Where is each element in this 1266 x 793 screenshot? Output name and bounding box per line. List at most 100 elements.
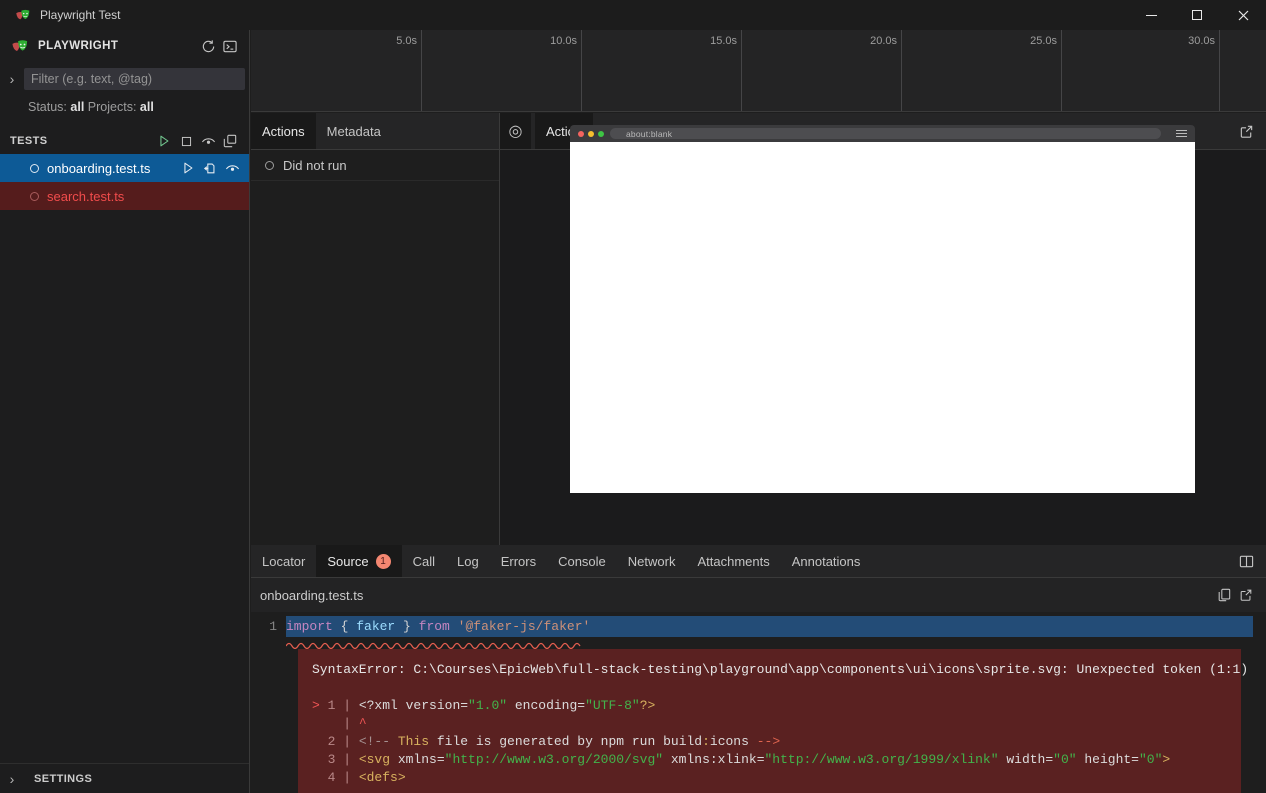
tests-section-header: TESTS bbox=[0, 128, 249, 154]
timeline-tick-label: 30.0s bbox=[1188, 35, 1215, 47]
source-file-header: onboarding.test.ts bbox=[251, 578, 1266, 612]
minimize-icon bbox=[1146, 15, 1157, 16]
tab-log[interactable]: Log bbox=[446, 545, 490, 577]
snapshot-panel: ◎ Action Before After bbox=[500, 113, 1266, 545]
timeline-gridline: 20.0s bbox=[901, 30, 902, 111]
copy-icon bbox=[1217, 588, 1231, 602]
actions-panel: Actions Metadata Did not run bbox=[251, 113, 500, 545]
status-circle-icon bbox=[265, 161, 274, 170]
maximize-button[interactable] bbox=[1174, 0, 1220, 30]
tab-annotations[interactable]: Annotations bbox=[781, 545, 872, 577]
traffic-green-icon bbox=[598, 131, 604, 137]
filter-chevron-icon[interactable]: › bbox=[0, 71, 24, 87]
minimize-button[interactable] bbox=[1128, 0, 1174, 30]
tab-source[interactable]: Source 1 bbox=[316, 545, 401, 577]
watch-all-button[interactable] bbox=[197, 130, 219, 152]
projects-value: all bbox=[140, 100, 154, 114]
play-icon bbox=[157, 134, 171, 148]
tab-label: Metadata bbox=[327, 124, 381, 139]
status-value: all bbox=[70, 100, 84, 114]
tab-call[interactable]: Call bbox=[402, 545, 446, 577]
traffic-light-icons bbox=[578, 131, 604, 137]
settings-section-header[interactable]: › SETTINGS bbox=[0, 763, 249, 793]
error-frame-line: > 1 | <?xml version="1.0" encoding="UTF-… bbox=[312, 697, 1227, 715]
file-arrow-icon bbox=[203, 161, 217, 175]
browser-snapshot[interactable]: about:blank bbox=[570, 125, 1195, 493]
timeline-tick-label: 5.0s bbox=[396, 35, 417, 47]
tab-label: Log bbox=[457, 554, 479, 569]
syntax-error-block: SyntaxError: C:\Courses\EpicWeb\full-sta… bbox=[298, 649, 1241, 793]
close-icon bbox=[1238, 10, 1249, 21]
tab-network[interactable]: Network bbox=[617, 545, 687, 577]
filter-status-line[interactable]: Status: all Projects: all bbox=[0, 92, 249, 114]
stop-icon bbox=[180, 135, 193, 148]
filter-row: › bbox=[0, 66, 249, 92]
timeline-tick-label: 20.0s bbox=[870, 35, 897, 47]
copy-path-button[interactable] bbox=[1213, 584, 1235, 606]
tab-label: Actions bbox=[262, 124, 305, 139]
split-view-icon bbox=[1239, 554, 1254, 569]
toggle-layout-button[interactable] bbox=[1235, 550, 1257, 572]
timeline-tick-label: 15.0s bbox=[710, 35, 737, 47]
tests-title: TESTS bbox=[10, 135, 47, 147]
did-not-run-label: Did not run bbox=[283, 158, 347, 173]
timeline-gridline: 25.0s bbox=[1061, 30, 1062, 111]
watch-test-button[interactable] bbox=[221, 157, 243, 179]
sidebar-header: PLAYWRIGHT bbox=[0, 30, 249, 62]
tab-label: Annotations bbox=[792, 554, 861, 569]
tab-errors[interactable]: Errors bbox=[490, 545, 547, 577]
settings-chevron-icon: › bbox=[0, 771, 24, 787]
external-link-icon bbox=[1239, 588, 1253, 602]
actions-tabbar: Actions Metadata bbox=[251, 113, 499, 150]
tab-attachments[interactable]: Attachments bbox=[686, 545, 780, 577]
collapse-all-button[interactable] bbox=[219, 130, 241, 152]
address-bar: about:blank bbox=[610, 128, 1161, 139]
test-item-label: search.test.ts bbox=[47, 189, 124, 204]
source-code-view[interactable]: 1 import { faker } from '@faker-js/faker… bbox=[251, 615, 1266, 793]
traffic-red-icon bbox=[578, 131, 584, 137]
test-item-label: onboarding.test.ts bbox=[47, 161, 150, 176]
tab-label: Source bbox=[327, 554, 368, 569]
pick-locator-button[interactable]: ◎ bbox=[500, 113, 531, 149]
tab-metadata[interactable]: Metadata bbox=[316, 113, 392, 149]
window-titlebar: Playwright Test bbox=[0, 0, 1266, 30]
toggle-output-button[interactable] bbox=[219, 35, 241, 57]
timeline-gridline: 10.0s bbox=[581, 30, 582, 111]
test-status-circle-icon bbox=[30, 164, 39, 173]
traffic-yellow-icon bbox=[588, 131, 594, 137]
timeline-gridline: 15.0s bbox=[741, 30, 742, 111]
filter-input[interactable] bbox=[24, 68, 245, 90]
test-item-onboarding[interactable]: onboarding.test.ts bbox=[0, 154, 249, 182]
sidebar: PLAYWRIGHT › Status: all Projects: all bbox=[0, 30, 250, 793]
line-number: 1 bbox=[251, 619, 286, 634]
test-status-circle-icon bbox=[30, 192, 39, 201]
stop-button[interactable] bbox=[175, 130, 197, 152]
open-snapshot-button[interactable] bbox=[1235, 120, 1257, 142]
error-frame-line: 4 | <defs> bbox=[312, 769, 1227, 787]
tab-console[interactable]: Console bbox=[547, 545, 617, 577]
pick-locator-icon: ◎ bbox=[509, 121, 523, 141]
close-button[interactable] bbox=[1220, 0, 1266, 30]
reload-tests-button[interactable] bbox=[197, 35, 219, 57]
run-all-button[interactable] bbox=[153, 130, 175, 152]
tab-label: Errors bbox=[501, 554, 536, 569]
copy-stack-icon bbox=[223, 134, 237, 148]
playwright-logo-icon bbox=[15, 7, 31, 23]
address-url: about:blank bbox=[626, 129, 672, 139]
open-in-editor-button[interactable] bbox=[1235, 584, 1257, 606]
tab-label: Network bbox=[628, 554, 676, 569]
test-item-search[interactable]: search.test.ts bbox=[0, 182, 249, 210]
tab-label: Console bbox=[558, 554, 606, 569]
tab-actions[interactable]: Actions bbox=[251, 113, 316, 149]
timeline[interactable]: 5.0s 10.0s 15.0s 20.0s 25.0s 30.0s bbox=[251, 30, 1266, 112]
refresh-icon bbox=[201, 39, 216, 54]
error-squiggle-underline bbox=[286, 641, 584, 649]
eye-icon bbox=[201, 134, 216, 149]
show-source-button[interactable] bbox=[199, 157, 221, 179]
tab-locator[interactable]: Locator bbox=[251, 545, 316, 577]
run-test-button[interactable] bbox=[177, 157, 199, 179]
tab-label: Call bbox=[413, 554, 435, 569]
timeline-gridline: 5.0s bbox=[421, 30, 422, 111]
play-icon bbox=[181, 161, 195, 175]
source-error-badge: 1 bbox=[376, 554, 391, 569]
